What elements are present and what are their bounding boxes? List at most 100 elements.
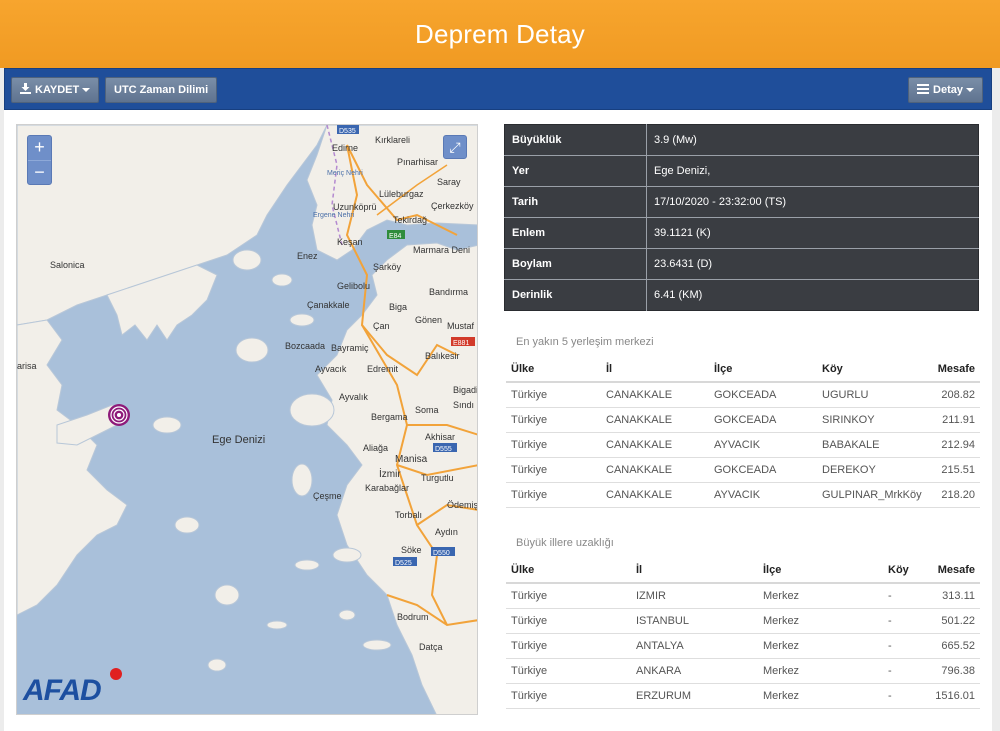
column-header: Mesafe — [928, 557, 980, 584]
table-cell: Merkez — [758, 683, 883, 709]
detail-value: Ege Denizi, — [646, 155, 979, 187]
map-label-gonen: Gönen — [415, 315, 442, 325]
map-label-cesme: Çeşme — [313, 491, 342, 501]
table-cell: ANKARA — [631, 658, 758, 684]
column-header: İl — [601, 356, 709, 383]
download-icon — [20, 79, 31, 103]
table-cell: ANTALYA — [631, 633, 758, 659]
detail-row: Boylam 23.6431 (D) — [504, 248, 979, 280]
map-label-ege: Ege Denizi — [212, 434, 265, 446]
map-label-odemis: Ödemiş — [447, 500, 478, 510]
table-cell: 501.22 — [928, 608, 980, 634]
detail-key: Derinlik — [504, 279, 647, 311]
map-label-bergama: Bergama — [371, 412, 408, 422]
map-label-sindi: Sındı — [453, 400, 474, 410]
nearest-settlements-title: En yakın 5 yerleşim merkezi — [516, 336, 654, 348]
zoom-out-button[interactable]: − — [28, 160, 51, 184]
map-label-torbali: Torbalı — [395, 510, 422, 520]
column-header: İlçe — [709, 356, 817, 383]
detail-row: Tarih 17/10/2020 - 23:32:00 (TS) — [504, 186, 979, 218]
save-button-label: KAYDET — [35, 84, 80, 96]
table-cell: 212.94 — [927, 432, 980, 458]
road-shield-e881: E881 — [453, 340, 469, 347]
map-label-mustaf: Mustaf — [447, 321, 475, 331]
map-label-uzunkopru: Uzunköprü — [333, 202, 377, 212]
table-cell: CANAKKALE — [601, 407, 709, 433]
earthquake-map[interactable]: Edirne Kırklareli Pınarhisar Saray Lüleb… — [16, 124, 478, 715]
chevron-down-icon — [82, 88, 91, 93]
detail-key: Boylam — [504, 248, 647, 280]
map-label-bodrum: Bodrum — [397, 612, 429, 622]
map-label-datca: Datça — [419, 642, 443, 652]
zoom-in-button[interactable]: + — [28, 136, 51, 160]
table-row: Türkiye CANAKKALE GOKCEADA SIRINKOY 211.91 — [506, 407, 980, 433]
map-label-manisa: Manisa — [395, 454, 428, 465]
content-panel: Edirne Kırklareli Pınarhisar Saray Lüleb… — [4, 110, 992, 731]
table-cell: Türkiye — [506, 382, 601, 408]
utc-timezone-label: UTC Zaman Dilimi — [114, 84, 209, 96]
column-header: Mesafe — [927, 356, 980, 383]
road-shield-d550: D550 — [433, 550, 450, 557]
road-shield-d535: D535 — [339, 128, 356, 135]
list-icon — [917, 79, 930, 103]
table-cell: CANAKKALE — [601, 382, 709, 408]
fullscreen-button[interactable]: ⤢ — [443, 135, 467, 159]
zoom-control: + − — [27, 135, 52, 185]
detail-value: 39.1121 (K) — [646, 217, 979, 249]
table-cell: BABAKALE — [817, 432, 927, 458]
table-cell: Türkiye — [506, 583, 631, 609]
map-label-turgutlu: Turgutlu — [421, 473, 454, 483]
table-row: Türkiye CANAKKALE AYVACIK BABAKALE 212.94 — [506, 432, 980, 458]
table-cell: CANAKKALE — [601, 432, 709, 458]
table-cell: DEREKOY — [817, 457, 927, 483]
column-header: İlçe — [758, 557, 883, 584]
afad-logo: AFAD — [23, 674, 102, 707]
map-island-ikaria — [294, 559, 320, 571]
road-shield-e84: E84 — [389, 233, 402, 240]
table-cell: 796.38 — [928, 658, 980, 684]
page-header: Deprem Detay — [0, 0, 1000, 68]
save-button[interactable]: KAYDET — [11, 77, 100, 103]
table-cell: GOKCEADA — [709, 382, 817, 408]
table-cell: GOKCEADA — [709, 457, 817, 483]
map-label-ayvalik: Ayvalık — [339, 392, 368, 402]
map-island-samothrace — [271, 273, 293, 287]
detail-value: 6.41 (KM) — [646, 279, 979, 311]
map-label-aydin: Aydın — [435, 527, 458, 537]
table-cell: - — [883, 658, 928, 684]
utc-timezone-button[interactable]: UTC Zaman Dilimi — [105, 77, 218, 103]
map-island-andros — [174, 516, 200, 534]
map-label-soke: Söke — [401, 545, 422, 555]
road-shield-d555: D555 — [435, 446, 452, 453]
table-cell: AYVACIK — [709, 482, 817, 508]
table-cell: Türkiye — [506, 683, 631, 709]
map-label-saray: Saray — [437, 177, 461, 187]
table-row: Türkiye IZMIR Merkez -313.11 — [506, 583, 980, 609]
detail-menu-button[interactable]: Detay — [908, 77, 983, 103]
table-cell: CANAKKALE — [601, 482, 709, 508]
table-cell: 211.91 — [927, 407, 980, 433]
table-row: Türkiye ISTANBUL Merkez -501.22 — [506, 608, 980, 634]
column-header: Köy — [817, 356, 927, 383]
table-cell: ISTANBUL — [631, 608, 758, 634]
map-label-salonica: Salonica — [50, 260, 85, 270]
map-label-larisa: arisa — [17, 361, 37, 371]
map-island-skyros — [152, 416, 182, 434]
table-cell: Merkez — [758, 608, 883, 634]
table-cell: Türkiye — [506, 482, 601, 508]
detail-row: Büyüklük 3.9 (Mw) — [504, 124, 979, 156]
table-cell: Merkez — [758, 658, 883, 684]
column-header: İl — [631, 557, 758, 584]
table-cell: 1516.01 — [928, 683, 980, 709]
map-label-kesan: Keşan — [337, 237, 363, 247]
map-label-akhisar: Akhisar — [425, 432, 455, 442]
table-cell: 665.52 — [928, 633, 980, 659]
map-island-kalymnos — [338, 609, 356, 621]
map-island-kos — [362, 639, 392, 651]
map-island-thasos — [232, 249, 262, 271]
detail-key: Tarih — [504, 186, 647, 218]
map-island-lesbos — [289, 393, 335, 427]
map-label-cerkezkoy: Çerkezköy — [431, 201, 474, 211]
table-cell: ERZURUM — [631, 683, 758, 709]
map-label-sarkoy: Şarköy — [373, 262, 402, 272]
